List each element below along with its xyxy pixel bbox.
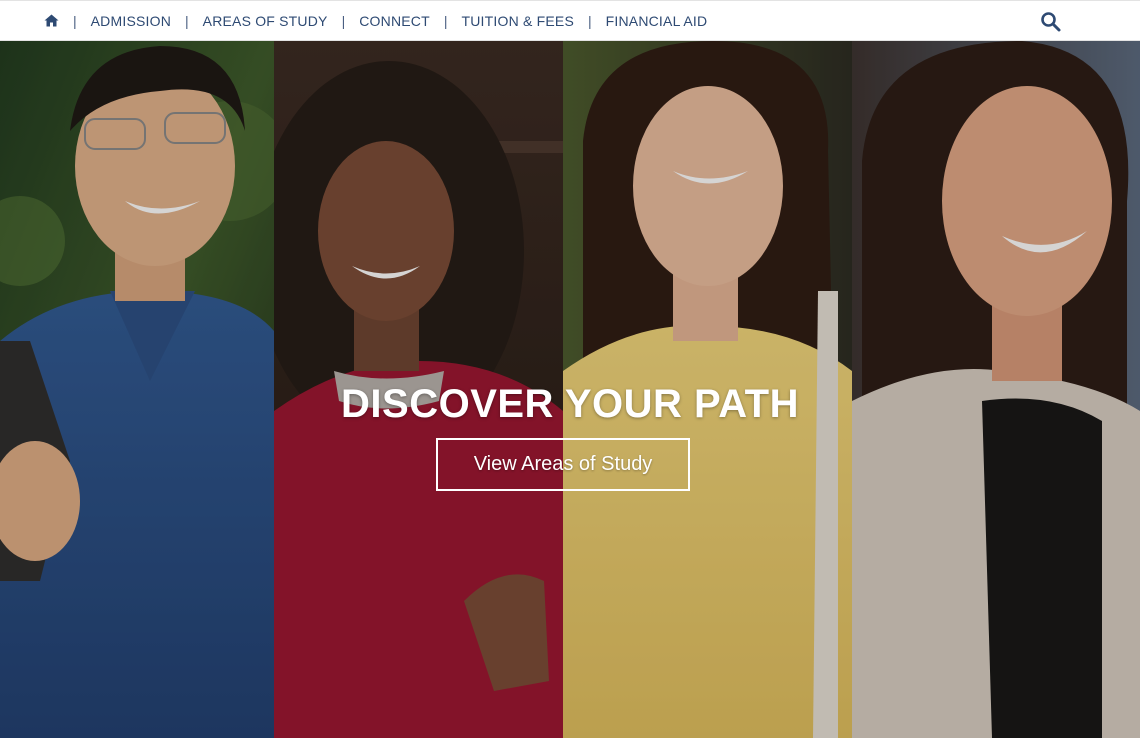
hero-banner: DISCOVER YOUR PATH View Areas of Study (0, 41, 1140, 738)
nav-separator: | (443, 12, 448, 29)
hero-headline: DISCOVER YOUR PATH (341, 382, 799, 426)
top-navigation-bar: | ADMISSION | AREAS OF STUDY | CONNECT |… (0, 0, 1140, 41)
home-icon[interactable] (44, 14, 59, 27)
nav-separator: | (341, 12, 346, 29)
nav-separator: | (73, 12, 77, 29)
search-icon[interactable] (1040, 11, 1062, 33)
search-button[interactable] (1040, 11, 1062, 33)
nav-item-admission[interactable]: ADMISSION (91, 13, 171, 29)
view-areas-of-study-button[interactable]: View Areas of Study (436, 438, 690, 491)
home-link[interactable] (44, 14, 59, 27)
nav-item-areas-of-study[interactable]: AREAS OF STUDY (203, 13, 328, 29)
nav-item-financial-aid[interactable]: FINANCIAL AID (606, 13, 708, 29)
nav-list: | ADMISSION | AREAS OF STUDY | CONNECT |… (44, 1, 707, 40)
nav-item-tuition-fees[interactable]: TUITION & FEES (462, 13, 574, 29)
nav-item-connect[interactable]: CONNECT (359, 13, 430, 29)
nav-separator: | (185, 12, 189, 29)
nav-separator: | (587, 12, 592, 29)
